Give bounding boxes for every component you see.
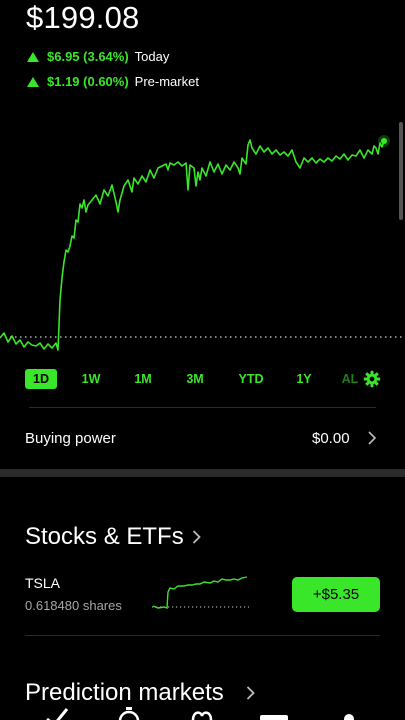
scrollbar[interactable] <box>399 122 403 220</box>
mini-price-line <box>152 576 248 609</box>
today-change-value: $6.95 (3.64%) <box>47 49 129 64</box>
prediction-section-title[interactable]: Prediction markets <box>25 679 224 707</box>
range-tab-all[interactable]: AL <box>339 369 361 389</box>
range-tab-1w[interactable]: 1W <box>75 369 107 389</box>
gift-icon[interactable] <box>189 705 215 720</box>
chevron-right-icon[interactable] <box>192 530 201 544</box>
range-tab-1d[interactable]: 1D <box>25 369 57 389</box>
stock-price: $199.08 <box>26 0 140 35</box>
today-change-label: Today <box>134 49 170 64</box>
stocks-section-title[interactable]: Stocks & ETFs <box>25 523 184 551</box>
range-tabs: 1D 1W 1M 3M YTD 1Y AL <box>25 369 385 389</box>
buying-power-label[interactable]: Buying power <box>25 430 116 447</box>
holding-mini-chart <box>152 576 249 609</box>
current-point <box>381 138 387 144</box>
up-arrow-icon <box>27 76 39 87</box>
chevron-right-icon[interactable] <box>246 686 255 700</box>
card-icon[interactable] <box>259 705 289 720</box>
premarket-change-label: Pre-market <box>134 74 199 89</box>
up-arrow-icon <box>27 51 39 62</box>
range-tab-3m[interactable]: 3M <box>179 369 211 389</box>
holding-symbol[interactable]: TSLA <box>25 575 60 591</box>
price-line <box>0 139 385 351</box>
premarket-change-value: $1.19 (0.60%) <box>47 74 129 89</box>
premarket-change-row: $1.19 (0.60%) Pre-market <box>27 74 199 89</box>
section-separator <box>0 469 405 477</box>
divider <box>29 407 376 408</box>
settings-gear-icon[interactable] <box>363 370 381 388</box>
range-tab-1m[interactable]: 1M <box>127 369 159 389</box>
holding-change-button[interactable]: +$5.35 <box>292 577 380 612</box>
clock-icon[interactable] <box>116 705 142 720</box>
person-icon[interactable] <box>340 705 358 720</box>
range-tab-ytd[interactable]: YTD <box>235 369 267 389</box>
chevron-right-icon[interactable] <box>368 431 376 445</box>
price-chart[interactable] <box>0 120 405 360</box>
check-icon[interactable] <box>44 705 70 720</box>
today-change-row: $6.95 (3.64%) Today <box>27 49 169 64</box>
divider <box>25 635 380 636</box>
range-tab-1y[interactable]: 1Y <box>288 369 320 389</box>
holding-shares: 0.618480 shares <box>25 598 122 613</box>
buying-power-value[interactable]: $0.00 <box>312 430 350 447</box>
